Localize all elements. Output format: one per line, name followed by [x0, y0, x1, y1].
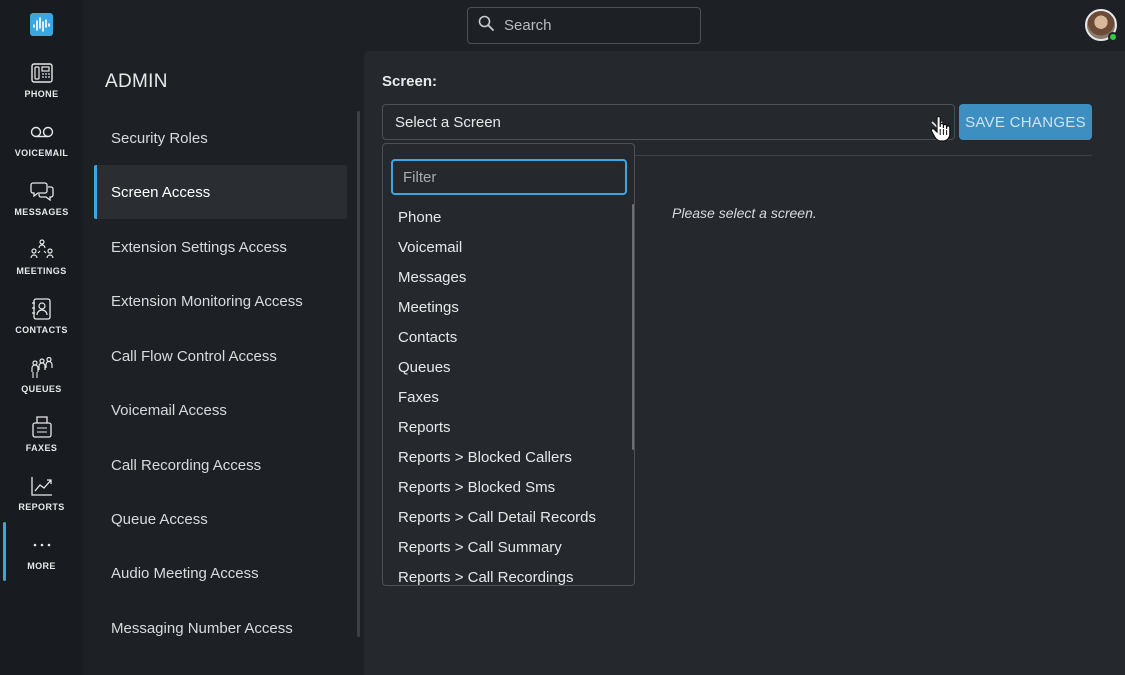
admin-item-audio-meeting-access[interactable]: Audio Meeting Access [94, 546, 347, 600]
nav-label: QUEUES [21, 383, 62, 394]
admin-item-extension-monitoring-access[interactable]: Extension Monitoring Access [94, 274, 347, 328]
nav-queues[interactable]: QUEUES [0, 345, 83, 404]
nav-label: MEETINGS [16, 265, 67, 276]
screen-dropdown-menu[interactable]: Phone Voicemail Messages Meetings Contac… [382, 143, 635, 586]
nav-label: MESSAGES [14, 206, 69, 217]
voicemail-icon [30, 120, 54, 144]
filter-field[interactable] [391, 159, 627, 195]
global-search[interactable] [467, 7, 701, 44]
dropdown-option[interactable]: Reports > Call Recordings [383, 562, 631, 586]
presence-status-indicator [1108, 32, 1118, 42]
dropdown-option[interactable]: Reports > Call Detail Records [383, 502, 631, 532]
contacts-icon [30, 297, 54, 321]
dropdown-option[interactable]: Voicemail [383, 232, 631, 262]
dropdown-option[interactable]: Reports > Blocked Callers [383, 442, 631, 472]
faxes-icon [30, 415, 54, 439]
admin-item-security-roles[interactable]: Security Roles [94, 111, 347, 165]
admin-item-screen-access[interactable]: Screen Access [94, 165, 347, 219]
admin-item-queue-access[interactable]: Queue Access [94, 492, 347, 546]
dropdown-scrollbar[interactable] [632, 204, 634, 450]
screen-label: Screen: [382, 73, 438, 90]
meetings-icon [29, 238, 54, 262]
dropdown-option[interactable]: Reports > Call Summary [383, 532, 631, 562]
nav-messages[interactable]: MESSAGES [0, 168, 83, 227]
admin-sidebar: ADMIN Security Roles Screen Access Exten… [83, 51, 364, 675]
dropdown-option[interactable]: Queues [383, 352, 631, 382]
app-logo-icon[interactable] [30, 13, 53, 36]
screen-select-value: Select a Screen [395, 113, 501, 131]
dropdown-option[interactable]: Faxes [383, 382, 631, 412]
search-input[interactable] [504, 17, 684, 34]
queues-icon [30, 356, 54, 380]
dropdown-option[interactable]: Messages [383, 262, 631, 292]
dropdown-option[interactable]: Contacts [383, 322, 631, 352]
dropdown-option[interactable]: Phone [383, 202, 631, 232]
nav-label: VOICEMAIL [14, 147, 69, 158]
admin-title: ADMIN [105, 71, 168, 92]
nav-reports[interactable]: REPORTS [0, 463, 83, 522]
admin-item-voicemail-access[interactable]: Voicemail Access [94, 383, 347, 437]
hand-pointer-cursor-icon [930, 115, 952, 147]
nav-meetings[interactable]: MEETINGS [0, 227, 83, 286]
nav-faxes[interactable]: FAXES [0, 404, 83, 463]
nav-label: REPORTS [18, 501, 65, 512]
nav-more[interactable]: MORE [0, 522, 83, 581]
nav-label: CONTACTS [15, 324, 68, 335]
dropdown-option-list: Phone Voicemail Messages Meetings Contac… [383, 202, 631, 586]
nav-contacts[interactable]: CONTACTS [0, 286, 83, 345]
more-icon [30, 533, 54, 557]
admin-item-messaging-number-access[interactable]: Messaging Number Access [94, 601, 347, 655]
screen-select[interactable]: Select a Screen [382, 104, 955, 140]
left-nav-rail: PHONE VOICEMAIL MESSAGES MEETINGS CONTAC… [0, 0, 83, 675]
dropdown-option[interactable]: Meetings [383, 292, 631, 322]
divider [634, 155, 1092, 156]
dropdown-option[interactable]: Reports [383, 412, 631, 442]
nav-label: MORE [27, 560, 56, 571]
admin-item-call-flow-control-access[interactable]: Call Flow Control Access [94, 329, 347, 383]
save-changes-button[interactable]: SAVE CHANGES [959, 104, 1092, 140]
nav-label: PHONE [24, 88, 59, 99]
messages-icon [29, 179, 54, 203]
search-icon [478, 15, 494, 36]
admin-item-extension-settings-access[interactable]: Extension Settings Access [94, 220, 347, 274]
nav-voicemail[interactable]: VOICEMAIL [0, 109, 83, 168]
admin-scrollbar[interactable] [357, 111, 360, 637]
dropdown-option[interactable]: Reports > Blocked Sms [383, 472, 631, 502]
nav-label: FAXES [25, 442, 58, 453]
nav-phone[interactable]: PHONE [0, 50, 83, 109]
empty-state-message: Please select a screen. [672, 205, 817, 221]
reports-icon [30, 474, 54, 498]
admin-item-call-recording-access[interactable]: Call Recording Access [94, 438, 347, 492]
phone-icon [30, 61, 54, 85]
filter-input[interactable] [403, 168, 613, 186]
